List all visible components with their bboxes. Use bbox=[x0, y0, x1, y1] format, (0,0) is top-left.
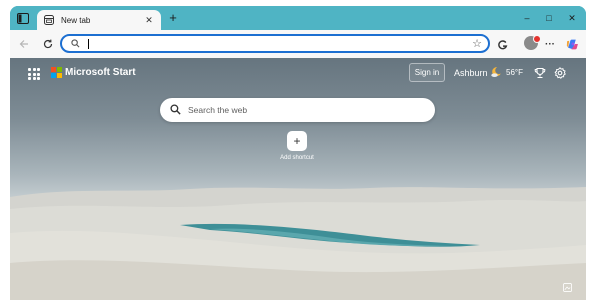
brand-title[interactable]: Microsoft Start bbox=[65, 67, 136, 78]
back-arrow-icon bbox=[19, 40, 28, 48]
minimize-button[interactable]: – bbox=[520, 12, 534, 24]
weather-city[interactable]: Ashburn bbox=[454, 68, 488, 78]
search-icon bbox=[170, 104, 181, 115]
weather-temperature[interactable]: 56°F bbox=[506, 68, 523, 77]
copilot-swirl-icon bbox=[497, 39, 507, 49]
search-icon bbox=[71, 39, 80, 48]
refresh-button[interactable] bbox=[40, 36, 56, 52]
web-search-input[interactable] bbox=[188, 103, 418, 117]
tab-new-tab[interactable]: New tab ✕ bbox=[37, 10, 161, 30]
tab-close-icon[interactable]: ✕ bbox=[143, 14, 155, 26]
sign-in-button[interactable]: Sign in bbox=[409, 63, 445, 82]
text-caret bbox=[88, 39, 89, 49]
browser-window: New tab ✕ + – □ ✕ ☆ ··· Microsoft Start … bbox=[10, 6, 586, 300]
maximize-button[interactable]: □ bbox=[542, 12, 556, 24]
address-bar[interactable]: ☆ bbox=[60, 34, 490, 53]
new-tab-page-icon bbox=[43, 14, 55, 26]
toolbar: ☆ ··· bbox=[10, 30, 586, 58]
copilot-button[interactable] bbox=[494, 36, 510, 52]
close-window-button[interactable]: ✕ bbox=[565, 12, 579, 24]
tab-title: New tab bbox=[61, 15, 91, 25]
web-search-box[interactable] bbox=[160, 98, 435, 122]
add-shortcut-label: Add shortcut bbox=[280, 155, 314, 161]
new-tab-page: Microsoft Start Sign in Ashburn 56°F + A… bbox=[10, 58, 586, 300]
title-bar: New tab ✕ + – □ ✕ bbox=[10, 6, 586, 30]
favorite-star-icon[interactable]: ☆ bbox=[472, 37, 482, 50]
apps-launcher-icon[interactable] bbox=[28, 68, 40, 80]
refresh-icon bbox=[43, 39, 53, 49]
profile-notification-dot bbox=[533, 35, 541, 43]
copilot-app-button[interactable] bbox=[564, 36, 580, 52]
microsoft-logo-icon bbox=[51, 67, 62, 78]
add-shortcut-button[interactable]: + bbox=[287, 131, 307, 151]
address-input[interactable] bbox=[86, 37, 456, 51]
new-tab-button[interactable]: + bbox=[166, 11, 180, 25]
copilot-logo-icon bbox=[566, 39, 578, 49]
rewards-trophy-icon[interactable] bbox=[534, 67, 546, 79]
back-button[interactable] bbox=[16, 36, 32, 52]
image-info-icon[interactable] bbox=[563, 283, 572, 292]
tab-actions-button[interactable] bbox=[14, 10, 32, 26]
more-menu-icon[interactable]: ··· bbox=[542, 36, 558, 52]
settings-gear-icon[interactable] bbox=[554, 67, 566, 79]
moon-cloud-icon[interactable] bbox=[490, 66, 502, 78]
dunes-background-image bbox=[10, 187, 586, 300]
tab-actions-icon bbox=[17, 12, 29, 24]
